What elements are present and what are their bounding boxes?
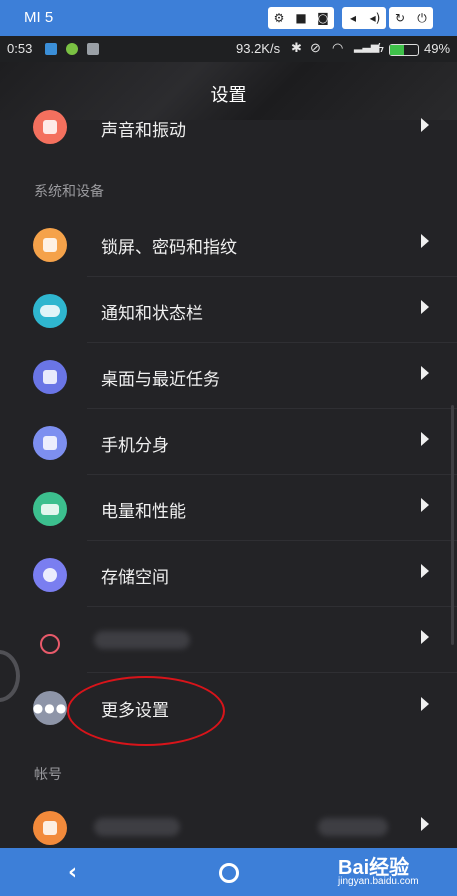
power-group: ↻ ⏻	[389, 7, 433, 29]
flask-icon	[33, 624, 67, 658]
signal-icon: ▂▃▅	[354, 41, 380, 53]
section-title-system: 系统和设备	[34, 184, 104, 200]
emulator-toolbar: MI 5 ⚙ ■ ◙ ◂ ◂) ↻ ⏻	[0, 0, 457, 36]
lock-icon	[33, 228, 67, 262]
highlight-circle-annotation	[67, 676, 225, 746]
list-item-dual-apps[interactable]: 手机分身	[0, 409, 457, 475]
chevron-right-icon	[421, 498, 429, 512]
list-item-battery[interactable]: 电量和性能	[0, 475, 457, 541]
header-overlay	[0, 62, 457, 86]
battery-icon	[389, 44, 419, 56]
chevron-right-icon	[421, 817, 429, 831]
wifi-icon: ◠	[332, 40, 344, 55]
blurred-label	[94, 818, 180, 836]
section-title-account: 帐号	[34, 767, 62, 783]
notification-icon	[45, 43, 57, 55]
chevron-right-icon	[421, 697, 429, 711]
clone-icon	[33, 426, 67, 460]
network-speed: 93.2K/s	[236, 41, 281, 56]
emulator-tools-group: ⚙ ■ ◙	[268, 7, 334, 29]
power-icon[interactable]: ⏻	[411, 7, 433, 29]
list-item-label: 通知和状态栏	[101, 304, 203, 324]
volume-up-icon[interactable]: ◂)	[364, 7, 386, 29]
battery-percent: 49%	[424, 41, 451, 56]
list-item-label: 锁屏、密码和指纹	[101, 238, 237, 258]
account-icon	[33, 811, 67, 845]
list-item-sound[interactable]: 声音和振动	[0, 96, 457, 158]
list-item-label: 手机分身	[101, 436, 169, 456]
list-item-storage[interactable]: 存储空间	[0, 541, 457, 607]
chevron-right-icon	[421, 564, 429, 578]
charging-icon: ϟ	[377, 40, 384, 55]
screenshot-camera-icon[interactable]: ◙	[312, 7, 334, 29]
chevron-right-icon	[421, 234, 429, 248]
bluetooth-icon: ✱	[291, 40, 302, 55]
status-time: 0:53	[7, 41, 33, 56]
list-item-blurred[interactable]	[0, 607, 457, 673]
chevron-right-icon	[421, 432, 429, 446]
record-video-icon[interactable]: ■	[290, 7, 312, 29]
rotate-icon[interactable]: ↻	[389, 7, 411, 29]
settings-gear-icon[interactable]: ⚙	[268, 7, 290, 29]
status-bar: 0:53 93.2K/s ✱ ⊘ ◠ ▂▃▅ ϟ 49%	[0, 36, 457, 62]
scrollbar[interactable]	[451, 405, 454, 645]
chevron-right-icon	[421, 630, 429, 644]
blurred-label	[94, 631, 190, 649]
list-item-lockscreen[interactable]: 锁屏、密码和指纹	[0, 211, 457, 277]
back-icon[interactable]: ‹	[68, 860, 77, 885]
device-name: MI 5	[24, 9, 54, 26]
list-item-label: 电量和性能	[101, 502, 186, 522]
chevron-right-icon	[421, 366, 429, 380]
list-item-label: 存储空间	[101, 568, 169, 588]
blurred-value	[318, 818, 388, 836]
android-icon	[66, 43, 78, 55]
sound-icon	[33, 110, 67, 144]
volume-group: ◂ ◂)	[342, 7, 386, 29]
app-icon	[87, 43, 99, 55]
list-item-notifications[interactable]: 通知和状态栏	[0, 277, 457, 343]
list-item-desktop[interactable]: 桌面与最近任务	[0, 343, 457, 409]
volume-down-icon[interactable]: ◂	[342, 7, 364, 29]
alarm-off-icon: ⊘	[310, 40, 321, 55]
home-icon	[33, 360, 67, 394]
storage-pie-icon	[33, 558, 67, 592]
toggle-icon	[33, 294, 67, 328]
more-dots-icon: ●●●	[33, 691, 67, 725]
watermark-url: jingyan.baidu.com	[338, 876, 419, 887]
chevron-right-icon	[421, 300, 429, 314]
chevron-right-icon	[421, 118, 429, 132]
battery-performance-icon	[33, 492, 67, 526]
home-button-icon[interactable]	[219, 863, 239, 883]
list-item-label: 声音和振动	[101, 121, 186, 141]
divider	[87, 672, 457, 673]
list-item-label: 桌面与最近任务	[101, 370, 220, 390]
